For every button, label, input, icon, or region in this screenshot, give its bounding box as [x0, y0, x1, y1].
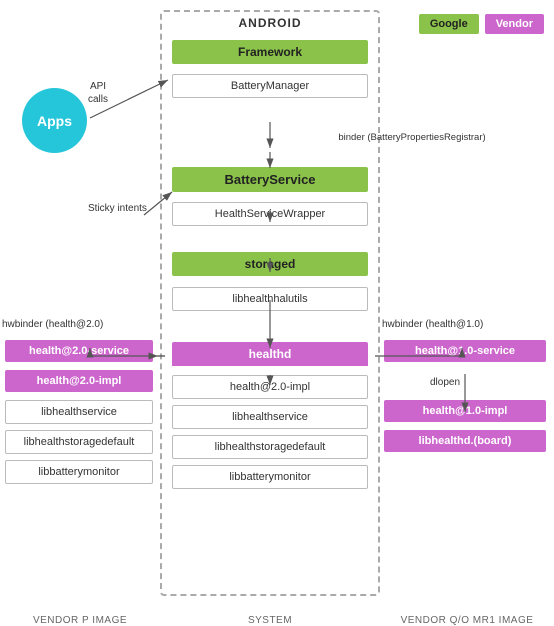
bottom-label-right: VENDOR Q/O MR1 IMAGE	[380, 615, 554, 626]
legend-vendor: Vendor	[485, 14, 544, 34]
binder-annotation: binder (BatteryPropertiesRegistrar)	[332, 132, 492, 144]
center-libhealthservice-box: libhealthservice	[172, 405, 368, 429]
battery-manager-box: BatteryManager	[172, 74, 368, 98]
legend: Google Vendor	[419, 14, 544, 34]
android-title: ANDROID	[162, 16, 378, 30]
left-libbatterymonitor-box: libbatterymonitor	[5, 460, 153, 484]
apps-label: Apps	[37, 113, 72, 129]
libhealthhalutils-box: libhealthhalutils	[172, 287, 368, 311]
sticky-intents-annotation: Sticky intents	[88, 202, 147, 215]
left-impl-box: health@2.0-impl	[5, 370, 153, 392]
storaged-box: storaged	[172, 252, 368, 276]
legend-google: Google	[419, 14, 479, 34]
healthd-box: healthd	[172, 342, 368, 366]
left-hwbinder-label: hwbinder (health@2.0)	[2, 318, 152, 331]
battery-service-box: BatteryService	[172, 167, 368, 192]
left-libhealthservice-box: libhealthservice	[5, 400, 153, 424]
right-libhealthd-box: libhealthd.(board)	[384, 430, 546, 452]
right-service-box: health@1.0-service	[384, 340, 546, 362]
center-health-impl-box: health@2.0-impl	[172, 375, 368, 399]
bottom-label-center: SYSTEM	[160, 615, 380, 626]
left-service-box: health@2.0-service	[5, 340, 153, 362]
bottom-label-left: VENDOR P IMAGE	[0, 615, 160, 626]
left-libhealthstoragedefault-box: libhealthstoragedefault	[5, 430, 153, 454]
right-impl-box: health@1.0-impl	[384, 400, 546, 422]
center-column: ANDROID Framework BatteryManager binder …	[160, 10, 380, 596]
api-calls-annotation: APIcalls	[88, 80, 108, 106]
center-libbatterymonitor-box: libbatterymonitor	[172, 465, 368, 489]
apps-circle: Apps	[22, 88, 87, 153]
right-hwbinder-label: hwbinder (health@1.0)	[382, 318, 550, 331]
framework-box: Framework	[172, 40, 368, 64]
dlopen-annotation: dlopen	[430, 376, 460, 389]
center-libhealthstoragedefault-box: libhealthstoragedefault	[172, 435, 368, 459]
diagram-container: Google Vendor ANDROID Framework BatteryM…	[0, 0, 554, 626]
health-service-wrapper-box: HealthServiceWrapper	[172, 202, 368, 226]
